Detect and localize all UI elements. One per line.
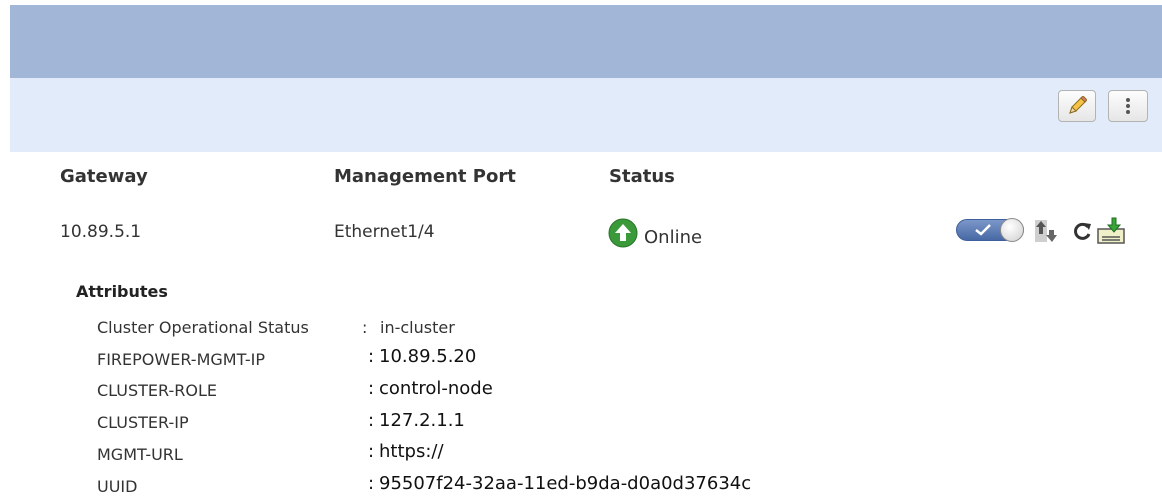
download-icon <box>1097 217 1125 244</box>
green-up-arrow-icon <box>608 218 638 248</box>
upgrade-button[interactable] <box>1033 218 1059 248</box>
column-header-management-port: Management Port <box>334 166 516 187</box>
status-cell: Online <box>608 218 702 248</box>
column-header-gateway: Gateway <box>60 166 148 187</box>
attributes-heading: Attributes <box>76 282 168 301</box>
column-header-status: Status <box>609 166 675 187</box>
management-port-value: Ethernet1/4 <box>334 222 435 242</box>
refresh-button[interactable] <box>1071 221 1093 247</box>
status-label: Online <box>644 226 703 248</box>
attribute-separator: : <box>368 441 375 462</box>
attribute-name: UUID <box>97 477 138 496</box>
pencil-icon <box>1069 96 1087 114</box>
toggle-switch[interactable] <box>956 218 1024 242</box>
attribute-value: 95507f24-32aa-11ed-b9da-d0a0d37634c <box>379 473 752 494</box>
checkmark-icon <box>975 224 991 236</box>
attribute-name: CLUSTER-ROLE <box>97 381 218 400</box>
header-band <box>10 5 1162 78</box>
attribute-value: https:// <box>379 441 444 462</box>
attribute-separator: : <box>368 378 375 399</box>
attribute-value: 127.2.1.1 <box>379 410 465 431</box>
attribute-separator: : <box>362 318 368 337</box>
attribute-separator: : <box>368 410 375 431</box>
attribute-name: MGMT-URL <box>97 445 183 464</box>
attribute-name: Cluster Operational Status <box>97 318 309 337</box>
attribute-separator: : <box>368 473 375 494</box>
edit-button[interactable] <box>1058 90 1096 122</box>
attribute-name: CLUSTER-IP <box>97 413 189 432</box>
toggle-knob <box>1000 218 1024 242</box>
download-button[interactable] <box>1096 217 1126 249</box>
vertical-ellipsis-icon <box>1126 98 1130 114</box>
toolbar-band <box>10 78 1162 152</box>
upgrade-icon <box>1035 220 1057 242</box>
attribute-value: control-node <box>379 378 493 399</box>
refresh-icon <box>1074 222 1091 240</box>
attribute-value: 10.89.5.20 <box>379 346 477 367</box>
attribute-separator: : <box>368 346 375 367</box>
attribute-name: FIREPOWER-MGMT-IP <box>97 350 266 369</box>
more-options-button[interactable] <box>1108 90 1148 122</box>
attribute-value: in-cluster <box>380 318 455 337</box>
gateway-value: 10.89.5.1 <box>60 222 142 242</box>
